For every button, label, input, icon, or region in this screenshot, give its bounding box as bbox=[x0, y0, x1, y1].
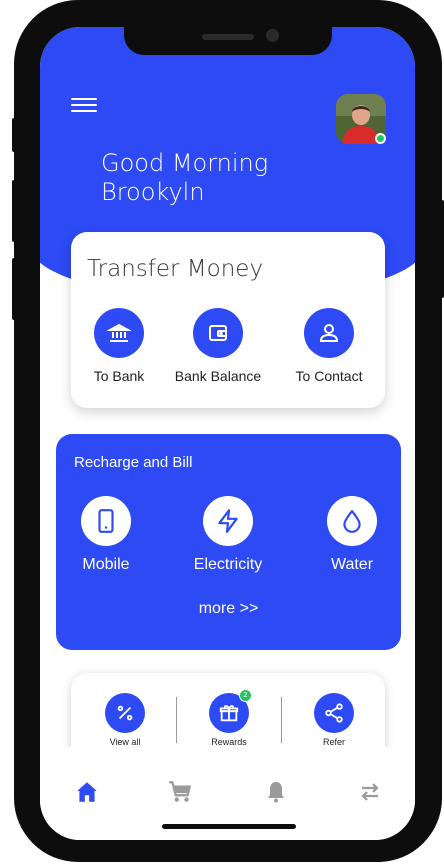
greeting-user-name: Brookyln bbox=[101, 178, 205, 206]
transfer-money-card: Transfer Money To Bank Bank Balance To C… bbox=[71, 232, 385, 408]
to-bank-label: To Bank bbox=[93, 368, 145, 384]
front-camera bbox=[266, 29, 279, 42]
transfer-title: Transfer Money bbox=[87, 256, 264, 282]
bell-icon[interactable] bbox=[261, 777, 291, 807]
greeting-line1: Good Morning bbox=[101, 149, 269, 177]
electricity-button[interactable]: Electricity bbox=[178, 496, 278, 574]
divider bbox=[176, 697, 177, 743]
refer-label: Refer bbox=[322, 737, 345, 747]
online-status-dot bbox=[375, 133, 386, 144]
home-indicator bbox=[162, 824, 296, 829]
mobile-recharge-button[interactable]: Mobile bbox=[56, 496, 156, 574]
to-bank-button[interactable]: To Bank bbox=[64, 308, 174, 384]
phone-button bbox=[12, 180, 16, 242]
view-all-offers-button[interactable]: View all bbox=[85, 693, 165, 747]
phone-button bbox=[440, 200, 444, 298]
electricity-label: Electricity bbox=[193, 556, 263, 573]
gift-icon: 2 bbox=[209, 689, 252, 733]
percent-icon bbox=[105, 693, 145, 733]
rewards-button[interactable]: 2 Rewards bbox=[189, 689, 269, 747]
transfer-arrows-icon[interactable] bbox=[355, 777, 385, 807]
bank-icon bbox=[94, 308, 144, 358]
cart-icon[interactable] bbox=[165, 777, 195, 807]
phone-button bbox=[12, 258, 16, 320]
speaker bbox=[202, 34, 254, 40]
water-drop-icon bbox=[327, 496, 377, 546]
to-contact-button[interactable]: To Contact bbox=[274, 308, 384, 384]
recharge-title: Recharge and Bill bbox=[74, 454, 193, 471]
divider bbox=[281, 697, 282, 743]
recharge-bill-card: Recharge and Bill Mobile Electricity Wat… bbox=[56, 434, 401, 650]
app-screen: Good Morning Brookyln Transfer Money To … bbox=[40, 27, 415, 840]
home-icon[interactable] bbox=[72, 777, 102, 807]
water-button[interactable]: Water bbox=[302, 496, 402, 574]
mobile-icon bbox=[81, 496, 131, 546]
hamburger-menu-icon[interactable] bbox=[71, 98, 97, 112]
lightning-icon bbox=[203, 496, 253, 546]
water-label: Water bbox=[330, 556, 374, 573]
to-contact-label: To Contact bbox=[295, 368, 363, 384]
share-icon bbox=[314, 693, 354, 733]
view-all-label: View all bbox=[109, 737, 141, 747]
wallet-icon bbox=[193, 308, 243, 358]
bank-balance-button[interactable]: Bank Balance bbox=[163, 308, 273, 384]
more-link[interactable]: more >> bbox=[56, 600, 401, 618]
phone-button bbox=[12, 118, 16, 152]
phone-notch bbox=[124, 27, 332, 55]
refer-button[interactable]: Refer bbox=[294, 693, 374, 747]
mobile-label: Mobile bbox=[82, 556, 130, 573]
rewards-label: Rewards bbox=[211, 737, 247, 747]
rewards-badge: 2 bbox=[239, 689, 252, 702]
greeting: Good Morning Brookyln bbox=[101, 149, 268, 207]
contact-icon bbox=[304, 308, 354, 358]
bank-balance-label: Bank Balance bbox=[174, 368, 262, 384]
